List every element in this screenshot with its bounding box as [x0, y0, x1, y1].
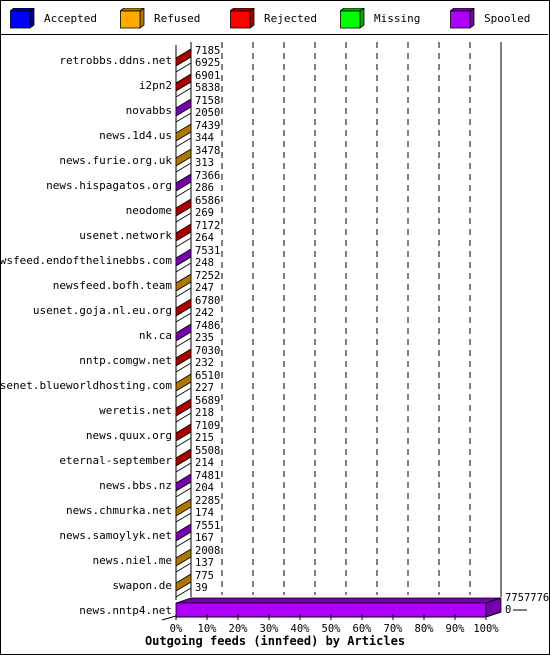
value-label-top: 2008: [195, 545, 220, 557]
value-label-top: 7158: [195, 95, 220, 107]
category-label: usenet.goja.nl.eu.org: [33, 304, 172, 317]
category-label: retrobbs.ddns.net: [59, 54, 172, 67]
bar-segment: [175, 498, 192, 517]
category-label: nntp.comgw.net: [79, 354, 172, 367]
bar-segment: [175, 148, 192, 167]
bar-segment: [175, 198, 192, 217]
chart-canvas: retrobbs.ddns.net 71856925 i2pn2 69015838 no…: [0, 42, 549, 648]
category-label: nk.ca: [139, 329, 172, 342]
bar-segment: [175, 448, 192, 467]
value-label-top: 775: [195, 570, 214, 582]
bar-segment: [175, 273, 192, 292]
value-label-bottom: 227: [195, 382, 214, 394]
category-label: neodome: [126, 204, 172, 217]
value-label-bottom: 204: [195, 482, 214, 494]
x-tick-label: 100%: [473, 623, 499, 635]
value-label-top: 7109: [195, 420, 220, 432]
value-label-top: 6510: [195, 370, 220, 382]
bar-segment: [175, 248, 192, 267]
value-label-bottom: 235: [195, 332, 214, 344]
bar-segment: [175, 523, 192, 542]
value-label-top: 7439: [195, 120, 220, 132]
value-label-top: 7185: [195, 45, 220, 57]
category-label: news.furie.org.uk: [59, 154, 172, 167]
category-label: news.nntp4.net: [79, 604, 172, 617]
x-tick-label: 90%: [446, 623, 466, 635]
bar-segment: [175, 98, 192, 117]
value-label-top: 6586: [195, 195, 220, 207]
category-label: news.niel.me: [93, 554, 172, 567]
bar-segment: [175, 173, 192, 192]
bar-top-face: [175, 597, 502, 604]
value-label-bottom: 174: [195, 507, 214, 519]
value-label-bottom: 6925: [195, 57, 220, 69]
value-label-bottom: 313: [195, 157, 214, 169]
category-label: news.hispagatos.org: [46, 179, 172, 192]
bar-segment: [175, 48, 192, 67]
category-label: usenet.blueworldhosting.com: [0, 379, 172, 392]
bar-segment: [175, 473, 192, 492]
value-label-bottom: 2050: [195, 107, 220, 119]
category-label: news.1d4.us: [99, 129, 172, 142]
value-label-top: 7481: [195, 470, 220, 482]
category-label: newsfeed.bofh.team: [53, 279, 173, 292]
value-label-bottom: 0: [505, 604, 511, 616]
category-label: news.chmurka.net: [66, 504, 172, 517]
value-label-top: 6901: [195, 70, 220, 82]
category-label: usenet.network: [79, 229, 172, 242]
value-label-bottom: 218: [195, 407, 214, 419]
value-label-top: 7172: [195, 220, 220, 232]
category-label: novabbs: [126, 104, 172, 117]
bar-segment: [175, 223, 192, 242]
bar-segment: [175, 398, 192, 417]
category-label: newsfeed.endofthelinebbs.com: [0, 254, 172, 267]
category-label: news.quux.org: [86, 429, 172, 442]
category-label: news.samoylyk.net: [59, 529, 172, 542]
value-label-top: 7366: [195, 170, 220, 182]
value-label-bottom: 137: [195, 557, 214, 569]
value-label-bottom: 5838: [195, 82, 220, 94]
value-label-top: 3478: [195, 145, 220, 157]
value-label-bottom: 214: [195, 457, 214, 469]
category-label: i2pn2: [139, 79, 172, 92]
x-axis-title: Outgoing feeds (innfeed) by Articles: [145, 634, 405, 648]
bar-segment: [175, 348, 192, 367]
category-label: eternal-september: [59, 454, 172, 467]
bar-segment: [175, 423, 192, 442]
value-label-bottom: 247: [195, 282, 214, 294]
value-label-top: 5508: [195, 445, 220, 457]
value-label-bottom: 286: [195, 182, 214, 194]
category-label: news.bbs.nz: [99, 479, 172, 492]
value-label-bottom: 248: [195, 257, 214, 269]
value-label-top: 7486: [195, 320, 220, 332]
category-label: swapon.de: [112, 579, 172, 592]
value-label-bottom: 167: [195, 532, 214, 544]
value-label-bottom: 232: [195, 357, 214, 369]
bar-segment: [175, 298, 192, 317]
value-label-bottom: 344: [195, 132, 214, 144]
value-label-top: 5689: [195, 395, 220, 407]
bar-segment: [175, 323, 192, 342]
value-label-bottom: 264: [195, 232, 214, 244]
x-tick-label: 80%: [415, 623, 435, 635]
bar-segment: [175, 573, 192, 592]
value-label-bottom: 39: [195, 582, 208, 594]
bar-segment: [175, 123, 192, 142]
value-label-top: 7252: [195, 270, 220, 282]
category-label: weretis.net: [99, 404, 172, 417]
value-label-top: 7531: [195, 245, 220, 257]
bar-segment: [175, 73, 192, 92]
value-label-top: 6780: [195, 295, 220, 307]
value-label-bottom: 215: [195, 432, 214, 444]
value-label-top: 2285: [195, 495, 220, 507]
bar-segment: [175, 373, 192, 392]
value-label-top: 7551: [195, 520, 220, 532]
bar-segment: [175, 548, 192, 567]
value-label-bottom: 242: [195, 307, 214, 319]
value-label-bottom: 269: [195, 207, 214, 219]
value-label-top: 7757776: [505, 592, 549, 604]
value-label-top: 7030: [195, 345, 220, 357]
